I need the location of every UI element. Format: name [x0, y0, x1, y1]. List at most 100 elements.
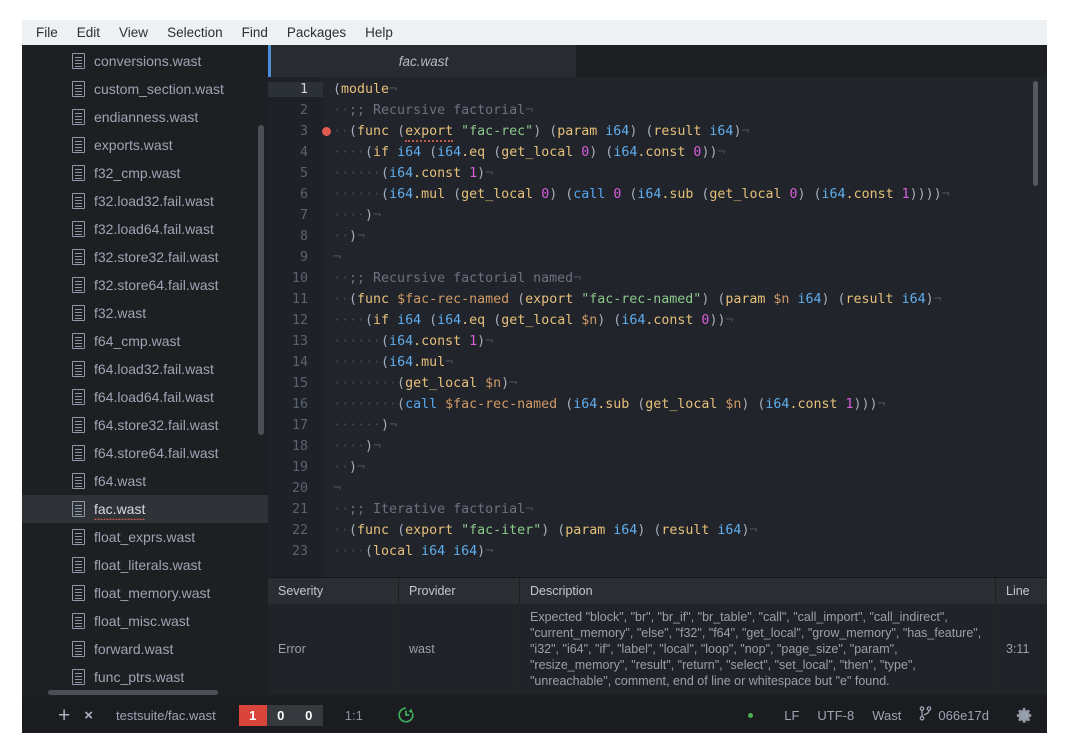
- line-number[interactable]: 22: [268, 523, 323, 538]
- line-number[interactable]: 5: [268, 166, 323, 181]
- line-number[interactable]: 8: [268, 229, 323, 244]
- code-line[interactable]: 8 ··)¬: [268, 226, 1047, 247]
- line-number[interactable]: 7: [268, 208, 323, 223]
- tree-item[interactable]: f64_cmp.wast: [22, 327, 268, 355]
- code-line[interactable]: 3 ··(func (export "fac-rec") (param i64) …: [268, 121, 1047, 142]
- close-tab-button[interactable]: ×: [80, 708, 107, 723]
- code-line[interactable]: 16 ········(call $fac-rec-named (i64.sub …: [268, 394, 1047, 415]
- code-line[interactable]: 7 ····)¬: [268, 205, 1047, 226]
- line-number[interactable]: 23: [268, 544, 323, 559]
- text-editor[interactable]: 1 (module¬ 2 ··;; Recursive factorial¬ 3 ··(f…: [268, 77, 1047, 577]
- diagnostics-row[interactable]: Error wast Expected "block", "br", "br_if"…: [268, 604, 1047, 694]
- line-number[interactable]: 9: [268, 250, 323, 265]
- line-number[interactable]: 10: [268, 271, 323, 286]
- line-number[interactable]: 2: [268, 103, 323, 118]
- column-header-line[interactable]: Line: [995, 578, 1047, 604]
- menu-item-help[interactable]: Help: [356, 23, 402, 42]
- column-header-severity[interactable]: Severity: [268, 578, 399, 604]
- menu-item-file[interactable]: File: [27, 23, 67, 42]
- tree-item[interactable]: func_ptrs.wast: [22, 663, 268, 691]
- tab-fac-wast[interactable]: fac.wast: [268, 45, 576, 77]
- line-number[interactable]: 1: [268, 82, 323, 97]
- code-line[interactable]: 11 ··(func $fac-rec-named (export "fac-re…: [268, 289, 1047, 310]
- tree-item[interactable]: f32.load32.fail.wast: [22, 187, 268, 215]
- tree-item[interactable]: endianness.wast: [22, 103, 268, 131]
- code-line[interactable]: 12 ····(if i64 (i64.eq (get_local $n) (i6…: [268, 310, 1047, 331]
- code-line[interactable]: 23 ····(local i64 i64)¬: [268, 541, 1047, 562]
- line-number[interactable]: 15: [268, 376, 323, 391]
- file-tree-horizontal-scrollbar[interactable]: [48, 690, 218, 695]
- tree-item[interactable]: float_misc.wast: [22, 607, 268, 635]
- tree-item[interactable]: f32.store32.fail.wast: [22, 243, 268, 271]
- line-number[interactable]: 21: [268, 502, 323, 517]
- tree-item[interactable]: f64.load32.fail.wast: [22, 355, 268, 383]
- warning-count-badge[interactable]: 0: [266, 704, 295, 726]
- code-line[interactable]: 15 ········(get_local $n)¬: [268, 373, 1047, 394]
- git-branch-status[interactable]: 066e17d: [910, 706, 998, 724]
- settings-gear-icon[interactable]: [1016, 707, 1033, 724]
- line-number[interactable]: 13: [268, 334, 323, 349]
- linter-status-icon[interactable]: [397, 706, 415, 724]
- error-count-badge[interactable]: 1: [238, 704, 267, 726]
- tree-item[interactable]: float_literals.wast: [22, 551, 268, 579]
- tree-item[interactable]: f64.load64.fail.wast: [22, 383, 268, 411]
- code-line[interactable]: 1 (module¬: [268, 79, 1047, 100]
- tree-item[interactable]: forward.wast: [22, 635, 268, 663]
- line-number[interactable]: 12: [268, 313, 323, 328]
- code-line[interactable]: 13 ······(i64.const 1)¬: [268, 331, 1047, 352]
- file-tree[interactable]: conversions.wast custom_section.wast endia…: [22, 45, 268, 697]
- tree-item[interactable]: f64.wast: [22, 467, 268, 495]
- code-line[interactable]: 6 ······(i64.mul (get_local 0) (call 0 (i…: [268, 184, 1047, 205]
- menu-item-view[interactable]: View: [110, 23, 157, 42]
- editor-vertical-scrollbar[interactable]: [1033, 81, 1038, 186]
- menu-item-edit[interactable]: Edit: [68, 23, 109, 42]
- grammar-selector[interactable]: Wast: [863, 708, 910, 723]
- line-number[interactable]: 14: [268, 355, 323, 370]
- add-tab-button[interactable]: +: [36, 705, 80, 726]
- code-line[interactable]: 14 ······(i64.mul¬: [268, 352, 1047, 373]
- code-line[interactable]: 5 ······(i64.const 1)¬: [268, 163, 1047, 184]
- code-line[interactable]: 9 ¬: [268, 247, 1047, 268]
- encoding-selector[interactable]: UTF-8: [808, 708, 863, 723]
- menu-item-selection[interactable]: Selection: [158, 23, 232, 42]
- column-header-description[interactable]: Description: [519, 578, 996, 604]
- code-line[interactable]: 4 ····(if i64 (i64.eq (get_local 0) (i64.…: [268, 142, 1047, 163]
- code-line[interactable]: 10 ··;; Recursive factorial named¬: [268, 268, 1047, 289]
- code-line[interactable]: 22 ··(func (export "fac-iter") (param i64…: [268, 520, 1047, 541]
- info-count-badge[interactable]: 0: [294, 704, 323, 726]
- line-number[interactable]: 3: [268, 124, 323, 139]
- code-line[interactable]: 20 ¬: [268, 478, 1047, 499]
- line-number[interactable]: 16: [268, 397, 323, 412]
- menu-item-packages[interactable]: Packages: [278, 23, 355, 42]
- code-line[interactable]: 17 ······)¬: [268, 415, 1047, 436]
- tree-item[interactable]: float_exprs.wast: [22, 523, 268, 551]
- linter-badges[interactable]: 1 0 0: [238, 704, 323, 726]
- line-number[interactable]: 6: [268, 187, 323, 202]
- line-number[interactable]: 11: [268, 292, 323, 307]
- tree-item[interactable]: f64.store64.fail.wast: [22, 439, 268, 467]
- line-number[interactable]: 17: [268, 418, 323, 433]
- diagnostics-panel[interactable]: Severity Provider Description Line Error…: [268, 577, 1047, 697]
- line-ending-selector[interactable]: LF: [775, 708, 808, 723]
- file-path-label[interactable]: testsuite/fac.wast: [107, 708, 225, 723]
- code-line[interactable]: 21 ··;; Iterative factorial¬: [268, 499, 1047, 520]
- menu-item-find[interactable]: Find: [233, 23, 277, 42]
- diagnostics-cell-line[interactable]: 3:11: [995, 604, 1047, 694]
- file-tree-vertical-scrollbar[interactable]: [258, 125, 264, 435]
- column-header-provider[interactable]: Provider: [398, 578, 520, 604]
- code-line[interactable]: 2 ··;; Recursive factorial¬: [268, 100, 1047, 121]
- tree-item[interactable]: custom_section.wast: [22, 75, 268, 103]
- line-number[interactable]: 4: [268, 145, 323, 160]
- tree-item[interactable]: f32_cmp.wast: [22, 159, 268, 187]
- tree-item[interactable]: f32.store64.fail.wast: [22, 271, 268, 299]
- tree-item[interactable]: f64.store32.fail.wast: [22, 411, 268, 439]
- tree-item[interactable]: f32.wast: [22, 299, 268, 327]
- tree-item[interactable]: fac.wast: [22, 495, 268, 523]
- tree-item[interactable]: conversions.wast: [22, 47, 268, 75]
- tree-item[interactable]: float_memory.wast: [22, 579, 268, 607]
- code-line[interactable]: 18 ····)¬: [268, 436, 1047, 457]
- tree-item[interactable]: exports.wast: [22, 131, 268, 159]
- tree-item[interactable]: f32.load64.fail.wast: [22, 215, 268, 243]
- line-number[interactable]: 18: [268, 439, 323, 454]
- code-line[interactable]: 19 ··)¬: [268, 457, 1047, 478]
